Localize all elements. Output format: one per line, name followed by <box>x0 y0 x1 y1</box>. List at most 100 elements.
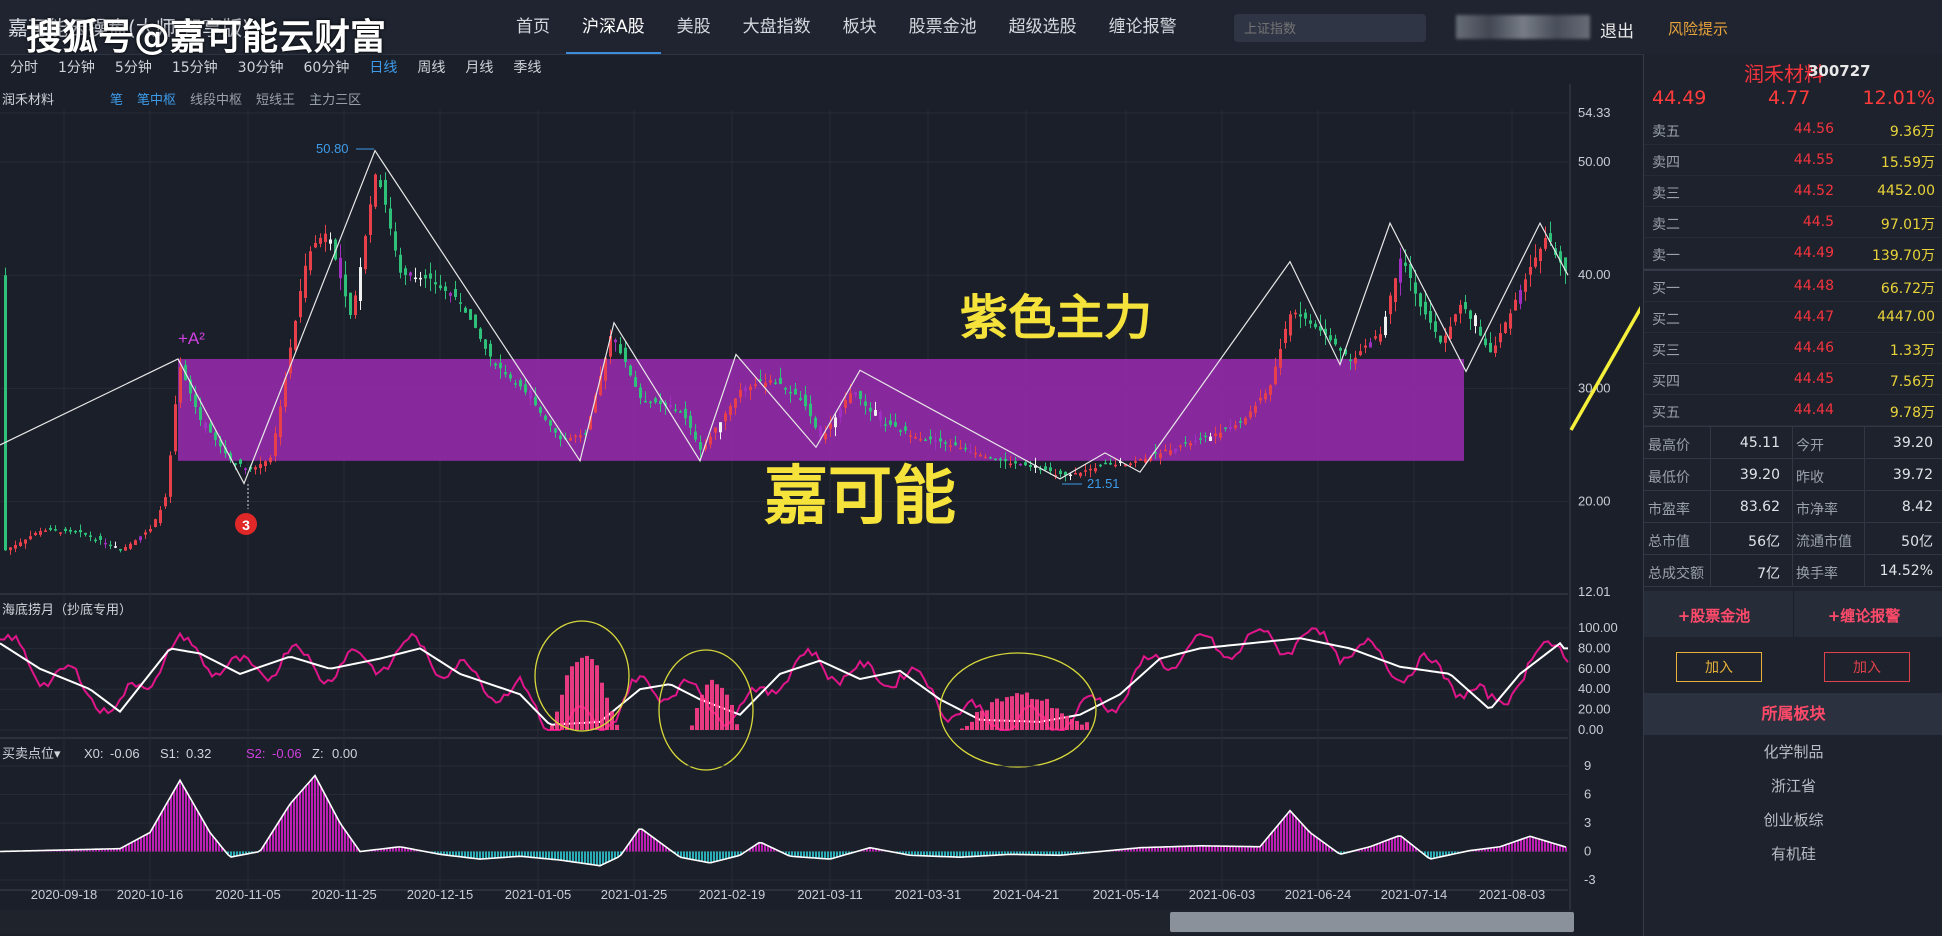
date-tick-label: 2020-09-18 <box>31 887 98 902</box>
sector-item[interactable]: 浙江省 <box>1644 769 1942 803</box>
bid-book: 买一 44.48 66.72万 买二 44.47 4447.00 买三 44.46 1.33万买… <box>1644 271 1942 426</box>
sub1-title: 海底捞月（抄底专用） <box>2 602 132 618</box>
period-tab-3[interactable]: 15分钟 <box>162 56 228 82</box>
bids-row[interactable]: 买二 44.47 4447.00 <box>1644 302 1942 333</box>
risk-warning-link[interactable]: 风险提示 <box>1668 18 1728 39</box>
date-tick-label: 2021-01-05 <box>505 887 572 902</box>
sub2-readout-key: Z: <box>312 746 324 761</box>
stat-value: 39.20 <box>1892 435 1933 451</box>
add-alert-button[interactable]: +缠论报警 <box>1794 605 1934 626</box>
stat-value: 39.20 <box>1739 467 1780 483</box>
sector-item[interactable]: 创业板综 <box>1644 803 1942 837</box>
bids-row[interactable]: 买一 44.48 66.72万 <box>1644 271 1942 302</box>
join-pool-button[interactable]: 加入 <box>1676 652 1762 682</box>
date-tick-label: 2021-02-19 <box>699 887 766 902</box>
indicator-tab-3[interactable]: 短线王 <box>256 89 295 108</box>
oscillator-fast-line <box>0 627 1569 732</box>
period-tab-0[interactable]: 分时 <box>0 56 48 82</box>
stat-key: 总市值 <box>1648 534 1690 550</box>
search-input[interactable] <box>1234 14 1426 42</box>
ask-book: 卖五 44.56 9.36万 卖四 44.55 15.59万 卖三 44.52 4452.00 卖… <box>1644 114 1942 269</box>
brand-annotation: 嘉可能 <box>764 459 956 534</box>
nav-item-3[interactable]: 大盘指数 <box>727 0 827 54</box>
nav-item-2[interactable]: 美股 <box>661 0 727 54</box>
asks-row[interactable]: 卖二 44.5 97.01万 <box>1644 207 1942 238</box>
period-tab-6[interactable]: 日线 <box>359 56 407 82</box>
sector-item[interactable]: 化学制品 <box>1644 735 1942 769</box>
period-tab-7[interactable]: 周线 <box>407 56 455 82</box>
nav-item-0[interactable]: 首页 <box>500 0 566 54</box>
chart-stock-name: 润禾材料 <box>2 93 55 108</box>
sub2-title[interactable]: 买卖点位▾ <box>2 747 61 762</box>
period-tab-5[interactable]: 60分钟 <box>294 56 360 82</box>
nav-item-6[interactable]: 超级选股 <box>993 0 1093 54</box>
date-tick-label: 2021-04-21 <box>993 887 1060 902</box>
price-tick-label: 40.00 <box>1578 267 1611 282</box>
sub2-readout-key: X0: <box>84 746 104 761</box>
stat-row: 总成交额 7亿 换手率 14.52% <box>1644 555 1942 587</box>
indicator-tab-4[interactable]: 主力三区 <box>309 89 361 108</box>
nav-item-7[interactable]: 缠论报警 <box>1093 0 1193 54</box>
stat-value: 39.72 <box>1892 467 1933 483</box>
bids-row[interactable]: 买四 44.45 7.56万 <box>1644 364 1942 395</box>
period-tab-9[interactable]: 季线 <box>503 56 551 82</box>
bids-row[interactable]: 买五 44.44 9.78万 <box>1644 395 1942 426</box>
asks-row[interactable]: 卖五 44.56 9.36万 <box>1644 114 1942 145</box>
sub2-readout-key: S2: <box>246 746 266 761</box>
nav-item-5[interactable]: 股票金池 <box>893 0 993 54</box>
indicator-tab-0[interactable]: 笔 <box>110 89 123 108</box>
price-tick-label: 54.33 <box>1578 105 1611 120</box>
bids-label: 买一 <box>1652 281 1680 297</box>
date-tick-label: 2020-12-15 <box>407 887 474 902</box>
asks-row[interactable]: 卖三 44.52 4452.00 <box>1644 176 1942 207</box>
stat-key: 流通市值 <box>1796 534 1852 550</box>
bids-volume: 7.56万 <box>1889 374 1935 390</box>
date-tick-label: 2021-06-03 <box>1189 887 1256 902</box>
bids-label: 买四 <box>1652 374 1680 390</box>
nav-item-1[interactable]: 沪深A股 <box>566 0 661 54</box>
sector-item[interactable]: 有机硅 <box>1644 837 1942 871</box>
stat-key: 市净率 <box>1796 502 1838 518</box>
asks-label: 卖四 <box>1652 155 1680 171</box>
bids-label: 买二 <box>1652 312 1680 328</box>
stat-value: 8.42 <box>1901 499 1933 515</box>
bids-row[interactable]: 买三 44.46 1.33万 <box>1644 333 1942 364</box>
time-scrollbar-thumb[interactable] <box>1170 912 1574 932</box>
stat-value: 45.11 <box>1739 435 1780 451</box>
period-tab-2[interactable]: 5分钟 <box>105 56 162 82</box>
kline-chart-area[interactable]: 54.33 50.00 40.00 3 0.00 20.00 12.01 50.80 21.5… <box>0 84 1640 910</box>
bids-price: 44.48 <box>1793 278 1834 294</box>
watermark-text: 搜狐号@嘉可能云财富 <box>26 17 387 58</box>
indicator-tabs: 笔笔中枢 线段中枢 短线王 主力三区 <box>110 89 375 108</box>
stat-row: 总市值 56亿 流通市值 50亿 <box>1644 523 1942 555</box>
asks-volume: 139.70万 <box>1872 248 1935 264</box>
period-tab-4[interactable]: 30分钟 <box>228 56 294 82</box>
bids-label: 买五 <box>1652 405 1680 421</box>
signal-3-text: 3 <box>242 517 250 533</box>
nav-item-4[interactable]: 板块 <box>827 0 893 54</box>
period-tab-1[interactable]: 1分钟 <box>48 56 105 82</box>
sub2-tick-label: 0 <box>1584 844 1591 859</box>
asks-volume: 4452.00 <box>1877 183 1935 199</box>
price-tick-label: 20.00 <box>1578 494 1611 509</box>
high-price-label: 50.80 <box>316 141 349 156</box>
panel-stock-name: 润禾材料 <box>1744 62 1824 86</box>
indicator-tab-1[interactable]: 笔中枢 <box>137 89 176 108</box>
logout-link[interactable]: 退出 <box>1600 17 1634 42</box>
sub2-readout-value: -0.06 <box>272 746 302 761</box>
user-account-blurred[interactable] <box>1456 15 1590 39</box>
add-to-pool-button[interactable]: +股票金池 <box>1644 605 1784 626</box>
price-row: 44.49 4.77 12.01% <box>1644 84 1942 114</box>
stat-key: 今开 <box>1796 438 1824 454</box>
asks-row[interactable]: 卖一 44.49 139.70万 <box>1644 238 1942 269</box>
asks-row[interactable]: 卖四 44.55 15.59万 <box>1644 145 1942 176</box>
sector-title: 所属板块 <box>1644 693 1942 735</box>
top-bar: 嘉可能云操盘(大师·智享版) 搜狐号@嘉可能云财富 首页 沪深A股 美股 大盘指数 板块… <box>0 0 1942 58</box>
bids-price: 44.44 <box>1793 402 1834 418</box>
price-tick-label: 12.01 <box>1578 584 1611 599</box>
indicator-tab-2[interactable]: 线段中枢 <box>190 89 242 108</box>
join-alert-button[interactable]: 加入 <box>1824 652 1910 682</box>
period-tab-8[interactable]: 月线 <box>455 56 503 82</box>
stat-row: 最低价 39.20 昨收 39.72 <box>1644 459 1942 491</box>
sub1-tick-label: 0.00 <box>1578 722 1603 737</box>
